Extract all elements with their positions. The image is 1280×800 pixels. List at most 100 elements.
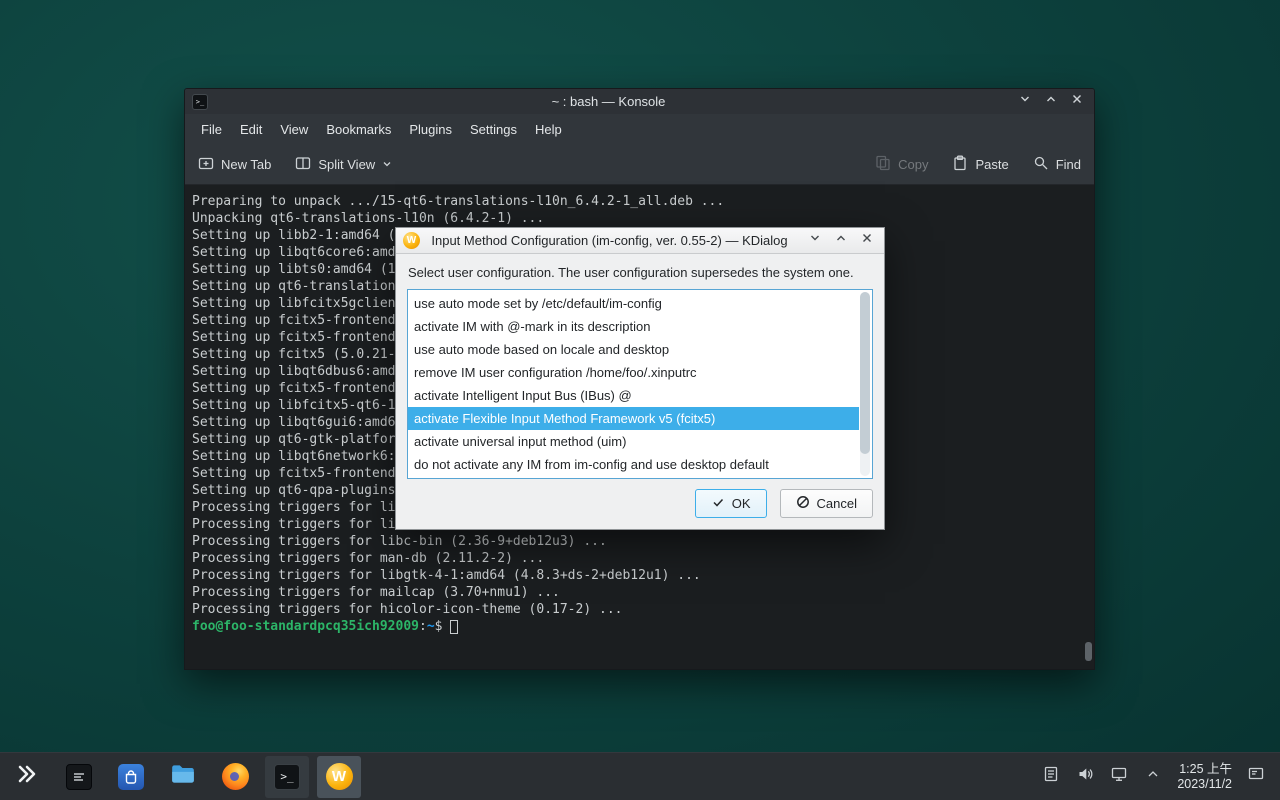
show-desktop-button[interactable] xyxy=(1246,767,1266,787)
im-config-option[interactable]: activate universal input method (uim) xyxy=(408,430,859,453)
minimize-icon xyxy=(1018,92,1032,111)
imconfig-w-icon: W xyxy=(326,763,353,790)
new-tab-button[interactable]: New Tab xyxy=(198,155,271,174)
clock-date: 2023/11/2 xyxy=(1177,777,1232,792)
menu-item-help[interactable]: Help xyxy=(526,114,571,145)
sliders-icon xyxy=(66,764,92,790)
notifications-icon xyxy=(1042,765,1060,788)
firefox-core xyxy=(230,772,239,781)
menu-item-edit[interactable]: Edit xyxy=(231,114,271,145)
list-scrollbar[interactable] xyxy=(860,292,870,476)
menu-item-bookmarks[interactable]: Bookmarks xyxy=(317,114,400,145)
im-config-option[interactable]: activate Flexible Input Method Framework… xyxy=(408,407,859,430)
dialog-close-button[interactable] xyxy=(857,231,877,251)
im-config-option[interactable]: use auto mode based on locale and deskto… xyxy=(408,338,859,361)
prompt-path: ~ xyxy=(427,619,435,634)
imconfig-w-icon: W xyxy=(403,232,420,249)
taskbar: >_ W 1:25 上午 2023/11/2 xyxy=(0,752,1280,800)
im-config-list[interactable]: use auto mode set by /etc/default/im-con… xyxy=(407,289,873,479)
close-icon xyxy=(860,231,874,250)
prompt-user-host: foo@foo-standardpcq35ich92009 xyxy=(192,619,419,634)
kdialog-window: W Input Method Configuration (im-config,… xyxy=(395,227,885,530)
im-config-option[interactable]: activate IM with @-mark in its descripti… xyxy=(408,315,859,338)
paste-icon xyxy=(952,155,968,174)
taskbar-app-konsole[interactable]: >_ xyxy=(265,756,309,798)
ok-check-icon xyxy=(711,495,725,512)
konsole-window-title: ~ : bash — Konsole xyxy=(208,94,1009,109)
split-view-label: Split View xyxy=(318,157,375,172)
terminal-scrollbar[interactable] xyxy=(1085,642,1092,661)
maximize-icon xyxy=(834,231,848,250)
menu-item-settings[interactable]: Settings xyxy=(461,114,526,145)
prompt-separator: : xyxy=(419,619,427,634)
paste-label: Paste xyxy=(975,157,1008,172)
split-view-icon xyxy=(295,155,311,174)
konsole-titlebar[interactable]: >_ ~ : bash — Konsole xyxy=(185,89,1094,114)
terminal-line: Preparing to unpack .../15-qt6-translati… xyxy=(192,193,1094,210)
chevron-up-icon xyxy=(1144,765,1162,788)
im-config-option[interactable]: activate Intelligent Input Bus (IBus) @ xyxy=(408,384,859,407)
im-config-option[interactable]: remove IM user configuration /home/foo/.… xyxy=(408,361,859,384)
menu-item-view[interactable]: View xyxy=(271,114,317,145)
blue-app-icon xyxy=(118,764,144,790)
copy-icon xyxy=(875,155,891,174)
clock[interactable]: 1:25 上午 2023/11/2 xyxy=(1177,762,1232,792)
list-scrollbar-handle[interactable] xyxy=(860,292,870,454)
terminal-line: Processing triggers for libc-bin (2.36-9… xyxy=(192,533,1094,550)
dialog-instruction: Select user configuration. The user conf… xyxy=(408,265,873,280)
find-icon xyxy=(1033,155,1049,174)
terminal-line: Unpacking qt6-translations-l10n (6.4.2-1… xyxy=(192,210,1094,227)
cancel-button[interactable]: Cancel xyxy=(780,489,873,518)
konsole-toolbar: New Tab Split View Copy Paste Find xyxy=(185,145,1094,185)
close-icon xyxy=(1070,92,1084,111)
terminal-cursor xyxy=(450,620,458,634)
system-tray: 1:25 上午 2023/11/2 xyxy=(1041,762,1275,792)
konsole-icon: >_ xyxy=(274,764,300,790)
konsole-icon: >_ xyxy=(192,94,208,110)
taskbar-app-imconfig[interactable]: W xyxy=(317,756,361,798)
find-button[interactable]: Find xyxy=(1033,155,1081,174)
dialog-maximize-button[interactable] xyxy=(831,231,851,251)
taskbar-app-3[interactable] xyxy=(109,756,153,798)
tray-expander-button[interactable] xyxy=(1143,767,1163,787)
im-config-option[interactable]: use auto mode set by /etc/default/im-con… xyxy=(408,292,859,315)
copy-button[interactable]: Copy xyxy=(875,155,928,174)
ok-button[interactable]: OK xyxy=(695,489,767,518)
volume-tray-button[interactable] xyxy=(1075,767,1095,787)
taskbar-app-firefox[interactable] xyxy=(213,756,257,798)
terminal-line: Processing triggers for hicolor-icon-the… xyxy=(192,601,1094,618)
taskbar-app-files[interactable] xyxy=(161,756,205,798)
terminal-line: Processing triggers for libgtk-4-1:amd64… xyxy=(192,567,1094,584)
kdialog-body: Select user configuration. The user conf… xyxy=(396,254,884,529)
maximize-button[interactable] xyxy=(1041,92,1061,112)
cancel-circle-icon xyxy=(796,495,810,512)
maximize-icon xyxy=(1044,92,1058,111)
terminal-prompt-line: foo@foo-standardpcq35ich92009:~$ xyxy=(192,618,1094,635)
menu-item-plugins[interactable]: Plugins xyxy=(400,114,461,145)
display-icon xyxy=(1110,765,1128,788)
im-config-option[interactable]: do not activate any IM from im-config an… xyxy=(408,453,859,476)
konsole-menubar: FileEditViewBookmarksPluginsSettingsHelp xyxy=(185,114,1094,145)
kdialog-titlebar[interactable]: W Input Method Configuration (im-config,… xyxy=(396,228,884,254)
kdialog-window-title: Input Method Configuration (im-config, v… xyxy=(420,233,799,248)
display-tray-button[interactable] xyxy=(1109,767,1129,787)
close-button[interactable] xyxy=(1067,92,1087,112)
volume-icon xyxy=(1076,765,1094,788)
launcher-icon xyxy=(15,762,39,791)
clock-time: 1:25 上午 xyxy=(1177,762,1232,777)
prompt-symbol: $ xyxy=(435,619,443,634)
minimize-button[interactable] xyxy=(1015,92,1035,112)
split-view-button[interactable]: Split View xyxy=(295,155,392,174)
cancel-label: Cancel xyxy=(817,496,857,511)
terminal-line: Processing triggers for mailcap (3.70+nm… xyxy=(192,584,1094,601)
launcher-button[interactable] xyxy=(5,756,49,798)
copy-label: Copy xyxy=(898,157,928,172)
taskbar-app-2[interactable] xyxy=(57,756,101,798)
notifications-tray-button[interactable] xyxy=(1041,767,1061,787)
menu-item-file[interactable]: File xyxy=(192,114,231,145)
chevron-down-icon xyxy=(382,157,392,172)
dialog-minimize-button[interactable] xyxy=(805,231,825,251)
paste-button[interactable]: Paste xyxy=(952,155,1008,174)
firefox-icon xyxy=(222,763,249,790)
new-tab-icon xyxy=(198,155,214,174)
